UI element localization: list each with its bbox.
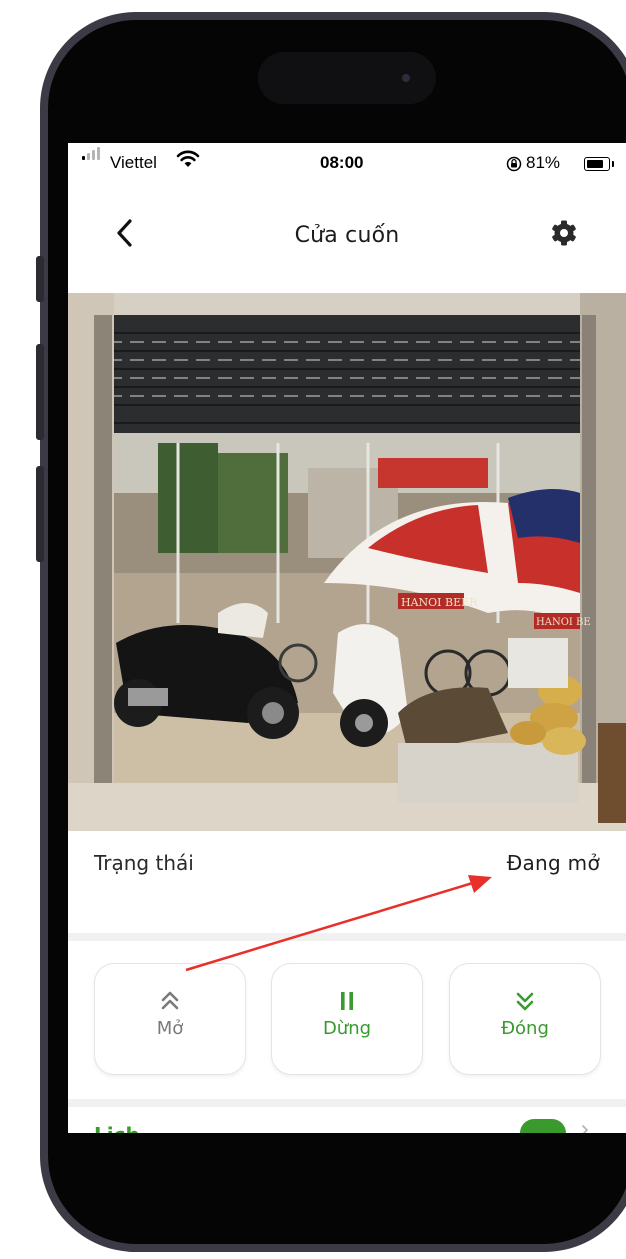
status-label: Trạng thái [94, 851, 194, 875]
pause-icon [341, 992, 353, 1010]
schedule-row[interactable]: Lịch [68, 1107, 626, 1133]
volume-down-button [36, 466, 44, 562]
app-screen: Viettel 08:00 81% Cửa cuốn HANOI BEER HA… [68, 143, 626, 1133]
schedule-label: Lịch [94, 1123, 140, 1133]
status-bar: Viettel 08:00 81% [68, 143, 626, 185]
page-title: Cửa cuốn [294, 223, 400, 248]
gear-icon[interactable] [548, 217, 580, 249]
battery-icon [584, 157, 614, 171]
battery-percent: 81% [526, 153, 561, 172]
open-button-label: Mở [156, 1018, 184, 1039]
schedule-toggle[interactable] [520, 1119, 566, 1133]
close-button-label: Đóng [501, 1018, 549, 1039]
volume-up-button [36, 344, 44, 440]
nav-bar: Cửa cuốn [68, 185, 626, 293]
open-button[interactable]: Mở [94, 963, 246, 1075]
orientation-lock-icon [506, 156, 522, 172]
carrier-name: Viettel [110, 153, 157, 172]
double-chevron-down-icon [516, 992, 534, 1011]
chevron-right-icon [582, 1125, 589, 1133]
section-divider-2 [68, 1099, 626, 1107]
umbrella-sign-text: HANOI BEER [401, 596, 478, 609]
section-divider [68, 933, 626, 941]
status-value: Đang mở [506, 851, 600, 875]
action-button [36, 256, 44, 302]
front-camera [402, 74, 410, 82]
status-row: Trạng thái Đang mở [68, 831, 626, 933]
stop-button-label: Dừng [322, 1018, 372, 1039]
status-time: 08:00 [320, 153, 364, 172]
close-button[interactable]: Đóng [449, 963, 601, 1075]
stop-button[interactable]: Dừng [271, 963, 423, 1075]
wifi-icon [176, 150, 200, 167]
door-camera-photo: HANOI BEER HANOI BE [68, 293, 626, 831]
photo-banner [378, 458, 488, 488]
umbrella-sign-text-2: HANOI BE [536, 617, 591, 628]
door-controls: Mở Dừng Đóng [68, 941, 626, 1099]
double-chevron-up-icon [161, 991, 179, 1010]
